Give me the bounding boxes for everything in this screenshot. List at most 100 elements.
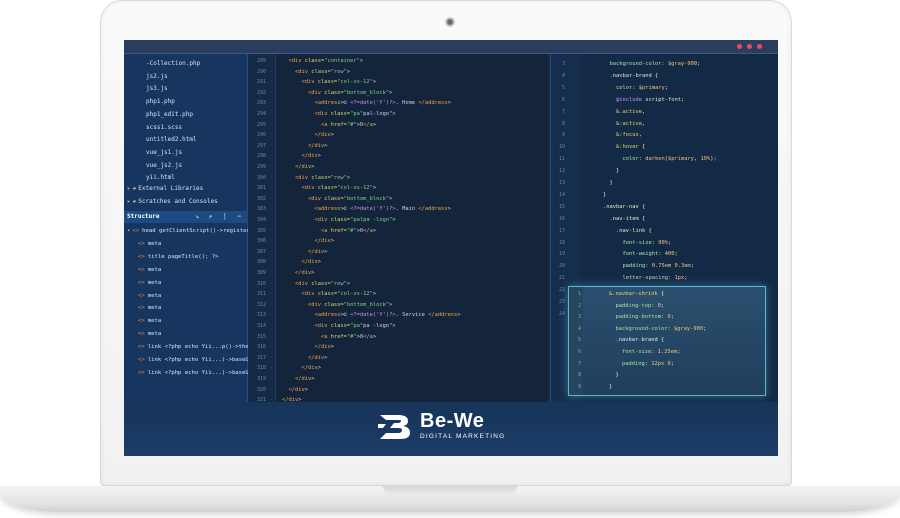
file-item[interactable]: php1.php: [146, 96, 175, 108]
file-item[interactable]: js3.js: [146, 83, 168, 95]
line-number: 299: [256, 164, 266, 170]
fold-marker-icon[interactable]: ◦: [270, 162, 273, 173]
structure-item[interactable]: <> meta: [138, 302, 161, 314]
window-dot-icon[interactable]: [747, 44, 752, 49]
file-item[interactable]: vue_js1.js: [146, 147, 182, 159]
line-number: 3: [577, 314, 581, 321]
fold-marker-icon[interactable]: ◦: [270, 56, 273, 67]
css-property-token: padding-bottom:: [615, 314, 665, 321]
fold-marker-icon[interactable]: ◦: [270, 321, 273, 332]
fold-marker-icon[interactable]: ◦: [270, 173, 273, 184]
structure-item[interactable]: <> meta: [138, 315, 161, 327]
fold-marker-icon[interactable]: ◦: [270, 363, 273, 374]
css-property-token: padding:: [622, 360, 648, 367]
code-token: >©: [340, 312, 351, 319]
html-tag-icon: <>: [138, 292, 145, 299]
code-line: </div>: [282, 247, 327, 258]
html-tag-icon: <>: [138, 305, 145, 312]
code-editor[interactable]: 289 ◦ 290 ◦ 291 ◦ 292 ◦ 293 ◦ 294 ◦ 295 ◦ 296 ◦ 297 ◦ 298 ◦…: [248, 54, 548, 403]
tree-scratches[interactable]: ▸ ▰ Scratches and Consoles: [127, 196, 218, 208]
structure-item[interactable]: <> meta: [138, 290, 161, 302]
line-number: 1: [577, 291, 581, 297]
fold-marker-icon[interactable]: ◦: [270, 183, 273, 194]
brand-banner: Be-We DIGITAL MARKETING: [124, 402, 778, 456]
css-token: ,: [641, 120, 646, 127]
fold-marker-icon[interactable]: ◦: [270, 215, 273, 226]
css-value-token: 400: [664, 251, 675, 258]
css-token: {: [648, 227, 652, 234]
fold-marker-icon[interactable]: ◦: [270, 194, 273, 205]
code-token: >: [372, 333, 377, 340]
code-php-token: <?=date('Y')?>: [350, 100, 396, 107]
file-item[interactable]: js2.js: [146, 71, 168, 83]
code-token: >: [389, 195, 393, 202]
fold-marker-icon[interactable]: ◦: [270, 268, 273, 279]
file-item[interactable]: scss1.scss: [146, 122, 182, 134]
code-attr-token: class=: [327, 323, 351, 329]
css-token: }: [609, 180, 613, 186]
fold-marker-icon[interactable]: ◦: [270, 226, 273, 237]
css-line: &:focus,: [603, 129, 642, 141]
code-tag-token: <div: [307, 301, 321, 308]
code-attr-token: class=: [307, 174, 331, 181]
fold-marker-icon[interactable]: ◦: [270, 279, 273, 290]
fold-marker-icon[interactable]: ◦: [270, 67, 273, 78]
code-attr-token: class=: [314, 291, 338, 298]
structure-item[interactable]: <> meta: [138, 277, 161, 289]
fold-marker-icon[interactable]: ◦: [270, 88, 273, 99]
fold-marker-icon[interactable]: ◦: [270, 130, 273, 141]
file-item[interactable]: yii.html: [146, 172, 175, 184]
code-tag-token: <div: [301, 185, 315, 192]
fold-marker-icon[interactable]: ◦: [270, 247, 273, 258]
structure-item[interactable]: <> meta: [138, 238, 161, 250]
fold-marker-icon[interactable]: ◦: [270, 109, 273, 120]
fold-marker-icon[interactable]: ◦: [270, 342, 273, 353]
fold-marker-icon[interactable]: ◦: [270, 77, 273, 88]
file-item[interactable]: untitled2.html: [146, 134, 197, 146]
code-token: >: [346, 280, 351, 287]
fold-marker-icon[interactable]: ◦: [270, 332, 273, 343]
window-dot-icon[interactable]: [737, 44, 742, 49]
window-dot-icon[interactable]: [757, 44, 762, 49]
css-token: ;: [684, 275, 688, 282]
fold-marker-icon[interactable]: ◦: [270, 385, 273, 396]
tree-external-libraries[interactable]: ▸ ▰ External Libraries: [127, 183, 203, 195]
chevron-right-icon: ▸: [127, 185, 131, 192]
fold-marker-icon[interactable]: ◦: [270, 374, 273, 385]
structure-item[interactable]: <> title pageTitle(); ?>: [138, 251, 218, 263]
file-item[interactable]: -Collection.php: [146, 58, 200, 70]
fold-marker-icon[interactable]: ◦: [270, 204, 273, 215]
css-token: }: [603, 191, 607, 198]
fold-marker-icon[interactable]: ◦: [270, 98, 273, 109]
fold-marker-icon[interactable]: ◦: [270, 120, 273, 131]
structure-item[interactable]: <> meta: [138, 264, 161, 276]
css-line: @include script-font;: [603, 94, 684, 106]
code-line: <div class="col-xs-12">: [282, 183, 376, 194]
css-line: .nav-item {: [603, 213, 646, 225]
fold-marker-icon[interactable]: ◦: [270, 310, 273, 321]
popup-line: &.navbar-shrink {: [609, 289, 664, 300]
structure-toolbar[interactable]: ↘ ↗ ⋮ −: [195, 211, 244, 223]
structure-header: Structure ↘ ↗ ⋮ −: [124, 211, 248, 223]
fold-marker-icon[interactable]: ◦: [270, 257, 273, 268]
css-value-token: 1px: [674, 275, 685, 282]
fold-marker-icon[interactable]: ◦: [270, 141, 273, 152]
fold-marker-icon[interactable]: ◦: [270, 236, 273, 247]
file-item[interactable]: vue_js2.js: [146, 160, 182, 172]
structure-item[interactable]: <> meta: [138, 328, 161, 340]
html-tag-icon: <>: [138, 344, 145, 351]
css-line: font-size: 90%;: [603, 237, 672, 249]
file-item[interactable]: php1_edit.php: [146, 109, 193, 121]
code-preview-popup[interactable]: 1 2 3 4 5 6 7 8 9 &.navbar-shrink { padding-top:…: [568, 286, 766, 396]
fold-marker-icon[interactable]: ◦: [270, 353, 273, 364]
fold-marker-icon[interactable]: ◦: [270, 300, 273, 311]
fold-marker-icon[interactable]: ◦: [270, 151, 273, 162]
fold-marker-icon[interactable]: ◦: [270, 289, 273, 300]
code-line: </div>: [282, 342, 333, 353]
line-number: 4: [561, 72, 565, 79]
code-tag-token: </div: [314, 344, 331, 351]
